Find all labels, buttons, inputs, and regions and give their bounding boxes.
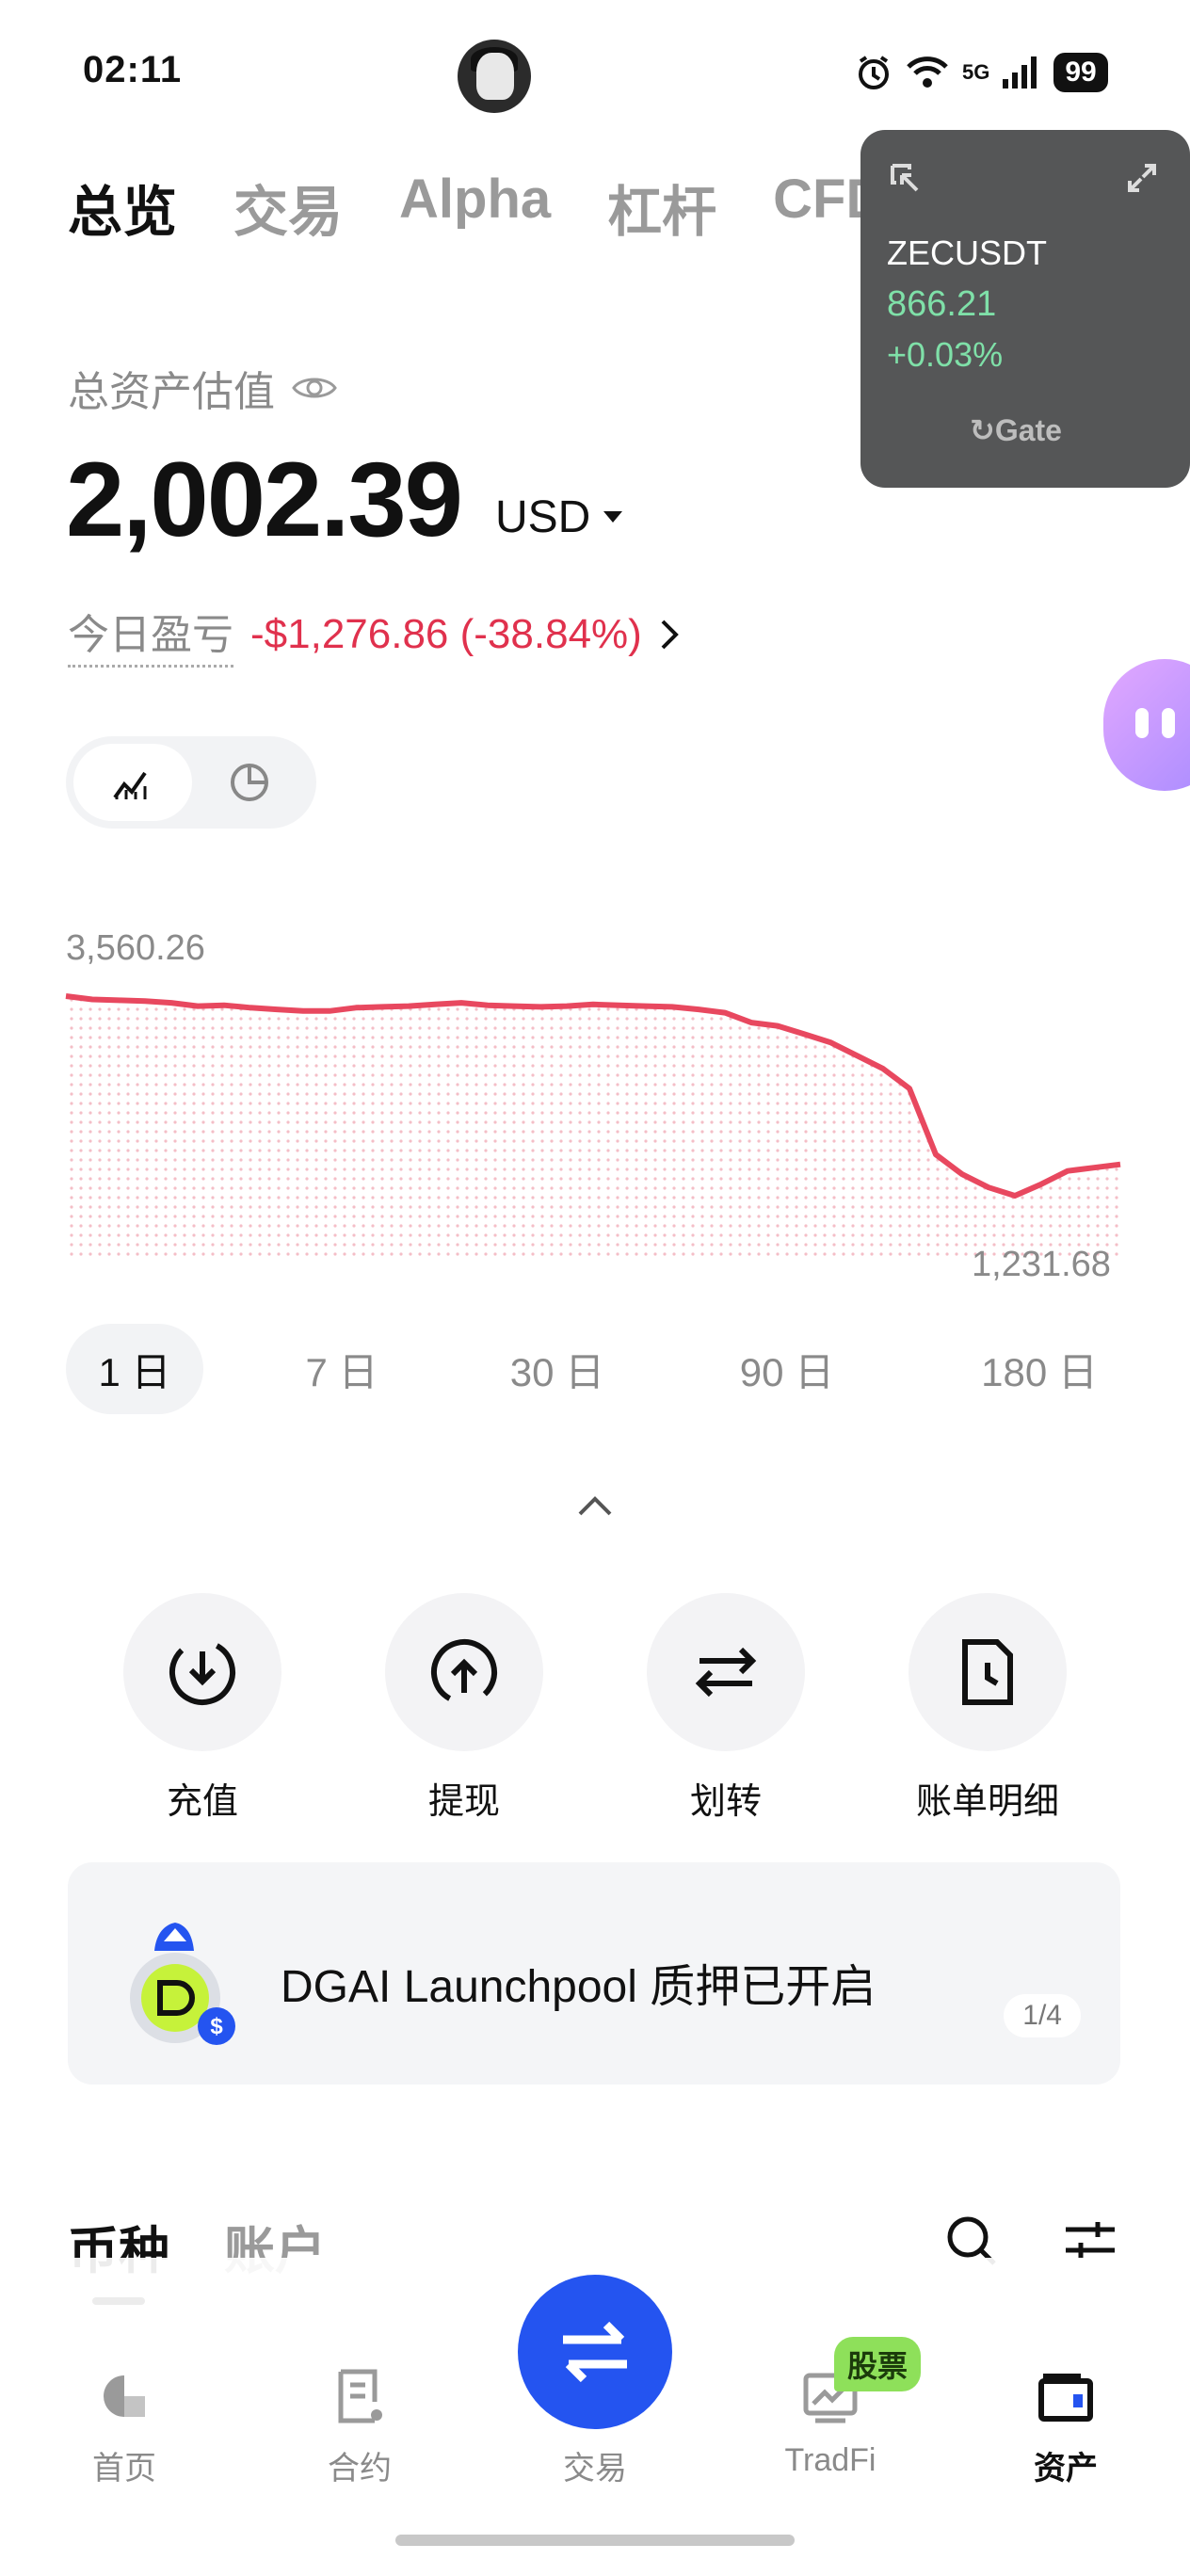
launchpool-logo-icon: $: [130, 1923, 235, 2045]
line-chart-toggle[interactable]: [73, 744, 192, 821]
chevron-right-icon: [661, 620, 679, 649]
tab-overview[interactable]: 总览: [68, 168, 177, 247]
tab-alpha[interactable]: Alpha: [399, 168, 551, 247]
assistant-bubble[interactable]: [1103, 659, 1190, 791]
total-assets-text: 总资产估值: [68, 369, 275, 415]
status-time: 02:11: [83, 49, 183, 90]
nav-assets-label: 资产: [1034, 2451, 1098, 2487]
deposit-button[interactable]: 充值: [122, 1593, 282, 1824]
chart-max-label: 3,560.26: [66, 928, 205, 968]
period-30d[interactable]: 30 日: [482, 1324, 633, 1414]
withdraw-button[interactable]: 提现: [384, 1593, 544, 1824]
currency-label: USD: [495, 492, 591, 542]
battery-indicator: 99: [1053, 53, 1108, 92]
floating-ticker[interactable]: ZECUSDT 866.21 +0.03% ↻Gate: [860, 130, 1190, 488]
pnl-value: -$1,276.86 (-38.84%): [250, 610, 642, 657]
bottom-navigation: 首页 合约 交易 TradFi 股票 资产: [0, 2258, 1190, 2576]
pie-chart-toggle[interactable]: [190, 744, 309, 821]
contract-icon: [338, 2369, 382, 2423]
home-indicator: [395, 2535, 795, 2546]
period-selector: 1 日 7 日 30 日 90 日 180 日: [66, 1324, 1124, 1414]
minimize-icon[interactable]: [889, 162, 921, 194]
ticker-change: +0.03%: [887, 335, 1004, 374]
total-assets-label: 总资产估值: [68, 358, 337, 418]
pie-chart-icon: [231, 764, 268, 801]
wallet-icon: [1038, 2374, 1093, 2422]
status-icons: 5G 99: [855, 53, 1108, 92]
today-pnl[interactable]: 今日盈亏 -$1,276.86 (-38.84%): [68, 601, 680, 668]
total-assets-value: 2,002.39: [66, 441, 463, 558]
chart-area: [66, 996, 1120, 1262]
nav-assets[interactable]: 资产: [972, 2363, 1160, 2488]
ticker-brand-logo: ↻Gate: [970, 413, 1062, 447]
expand-icon[interactable]: [1126, 162, 1158, 194]
nav-trade[interactable]: 交易: [501, 2363, 689, 2488]
currency-selector[interactable]: USD: [495, 491, 623, 543]
bill-details-label: 账单明细: [915, 1782, 1059, 1822]
nav-contract-label: 合约: [328, 2451, 392, 2487]
tab-trade[interactable]: 交易: [233, 168, 343, 247]
line-chart-icon: [113, 771, 147, 799]
bill-clock-icon: [962, 1639, 1013, 1705]
bill-details-button[interactable]: 账单明细: [908, 1593, 1068, 1824]
tab-margin[interactable]: 杠杆: [607, 168, 716, 247]
transfer-icon: [695, 1647, 757, 1698]
eye-icon[interactable]: [292, 373, 337, 403]
transfer-label: 划转: [689, 1782, 762, 1822]
period-180d[interactable]: 180 日: [955, 1324, 1124, 1414]
wifi-icon: [907, 56, 948, 88]
home-logo-icon: [104, 2375, 145, 2417]
alarm-icon: [859, 56, 889, 89]
nav-trade-label: 交易: [563, 2451, 627, 2487]
caret-down-icon: [603, 510, 623, 523]
asset-chart[interactable]: [60, 979, 1134, 1271]
nav-home[interactable]: 首页: [30, 2363, 218, 2488]
withdraw-icon: [431, 1639, 497, 1705]
chart-type-toggle: [66, 736, 316, 829]
withdraw-label: 提现: [427, 1782, 500, 1822]
period-7d[interactable]: 7 日: [273, 1324, 410, 1414]
banner-pagination: 1/4: [1004, 1994, 1081, 2037]
period-1d[interactable]: 1 日: [66, 1324, 203, 1414]
avatar[interactable]: [458, 40, 531, 113]
collapse-chevron-icon[interactable]: [576, 1491, 614, 1520]
nav-tradfi-label: TradFi: [784, 2442, 876, 2478]
svg-text:$: $: [210, 2014, 223, 2039]
signal-icon: [1003, 56, 1037, 89]
filter-sliders-icon[interactable]: [1064, 2216, 1117, 2263]
promo-banner[interactable]: $ DGAI Launchpool 质押已开启 1/4: [68, 1862, 1120, 2085]
network-label: 5G: [962, 60, 990, 84]
banner-text: DGAI Launchpool 质押已开启: [281, 1962, 876, 2012]
stocks-badge: 股票: [834, 2337, 922, 2391]
brand-label: Gate: [994, 413, 1062, 447]
period-90d[interactable]: 90 日: [712, 1324, 862, 1414]
transfer-button[interactable]: 划转: [646, 1593, 806, 1824]
chart-min-label: 1,231.68: [972, 1245, 1111, 1284]
deposit-label: 充值: [166, 1782, 238, 1822]
nav-contract[interactable]: 合约: [265, 2363, 454, 2488]
nav-home-label: 首页: [92, 2451, 156, 2487]
pnl-label: 今日盈亏: [68, 601, 233, 668]
ticker-symbol: ZECUSDT: [887, 233, 1047, 272]
deposit-icon: [169, 1639, 235, 1705]
ticker-price: 866.21: [887, 284, 997, 324]
